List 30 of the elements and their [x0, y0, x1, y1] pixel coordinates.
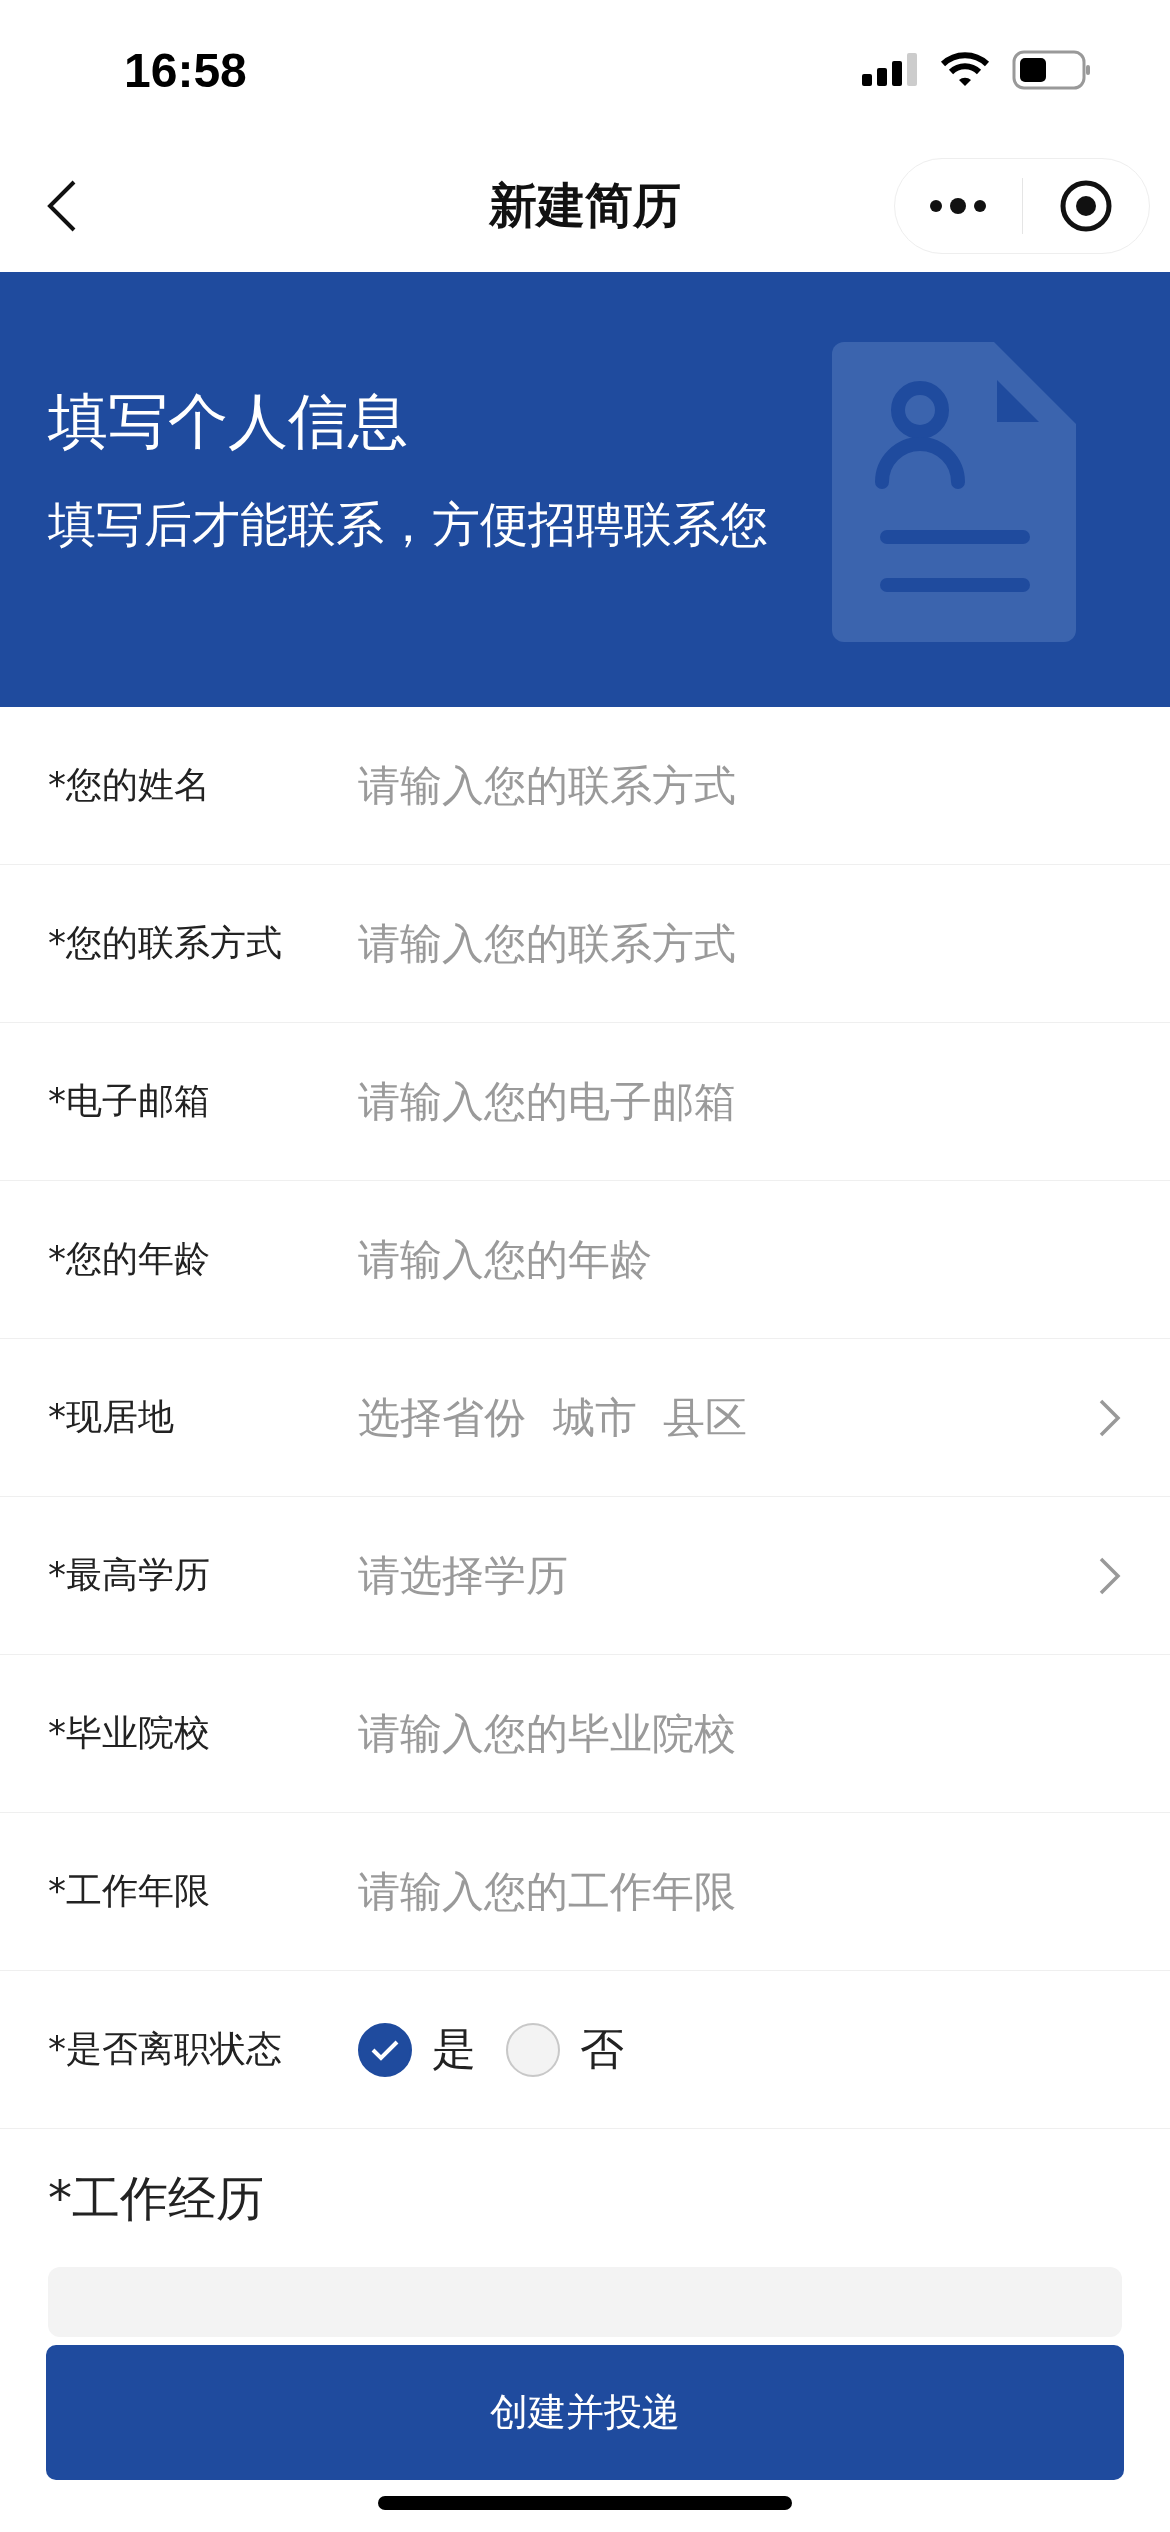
- input-field[interactable]: 请输入您的电子邮箱: [358, 1077, 1122, 1126]
- input-field[interactable]: 请输入您的毕业院校: [358, 1709, 1122, 1758]
- page-title: 新建简历: [489, 176, 681, 235]
- field-label: *毕业院校: [48, 1711, 211, 1755]
- chevron-right-icon: [1098, 1555, 1122, 1596]
- chevron-right-icon: [1098, 1397, 1122, 1438]
- more-icon: [928, 196, 989, 216]
- field-label: *您的姓名: [48, 763, 211, 807]
- field-label: *您的年龄: [48, 1237, 211, 1281]
- signal-icon: [862, 52, 918, 88]
- input-field[interactable]: 请输入您的联系方式: [358, 919, 1122, 968]
- input-field[interactable]: 请输入您的年龄: [358, 1235, 1122, 1284]
- resume-icon: [832, 342, 1076, 642]
- section-title: *工作经历: [48, 2169, 265, 2228]
- field-label: *电子邮箱: [48, 1079, 211, 1123]
- battery-icon: [1012, 50, 1092, 90]
- input-field[interactable]: 请输入您的工作年限: [358, 1867, 1122, 1916]
- banner-title: 填写个人信息: [48, 385, 409, 458]
- radio-option[interactable]: 是: [358, 2020, 476, 2079]
- wifi-icon: [940, 52, 990, 88]
- field-label: *现居地: [48, 1395, 175, 1439]
- submit-button[interactable]: 创建并投递: [46, 2345, 1124, 2480]
- banner-subtitle: 填写后才能联系，方便招聘联系您: [48, 495, 769, 554]
- input-field[interactable]: 请输入您的联系方式: [358, 761, 1122, 810]
- field-label: *工作年限: [48, 1869, 211, 1913]
- field-label: *您的联系方式: [48, 921, 283, 965]
- field-label: *最高学历: [48, 1553, 211, 1597]
- status-time: 16:58: [124, 42, 247, 98]
- field-label: *是否离职状态: [48, 2027, 283, 2071]
- radio-option[interactable]: 否: [506, 2020, 624, 2079]
